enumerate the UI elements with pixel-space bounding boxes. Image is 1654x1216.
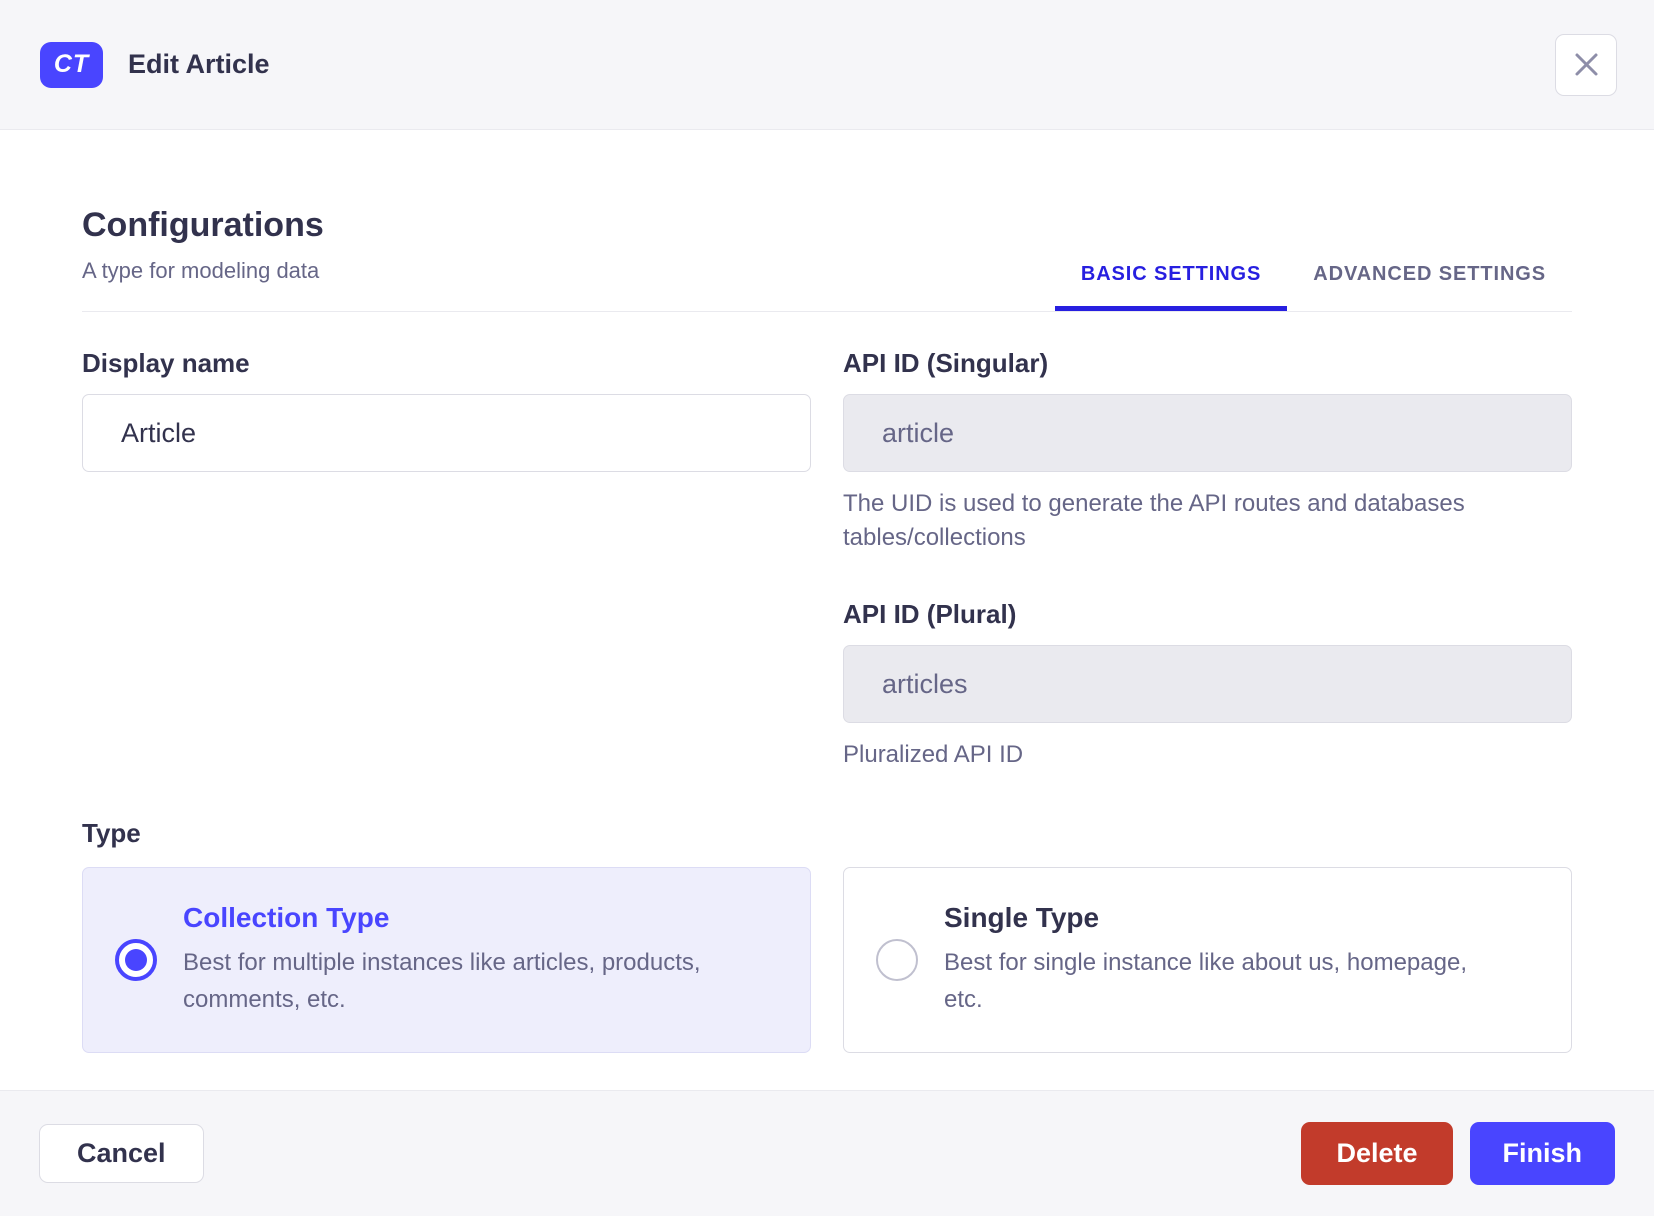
single-type-radio[interactable]	[876, 939, 918, 982]
section-titles: Configurations A type for modeling data	[82, 206, 324, 311]
type-option-collection-type[interactable]: Collection Type Best for multiple instan…	[82, 867, 811, 1054]
settings-tabs: BASIC SETTINGS ADVANCED SETTINGS	[1054, 263, 1572, 311]
left-column: Display name	[82, 348, 811, 772]
right-column: API ID (Singular) The UID is used to gen…	[843, 348, 1572, 772]
display-name-input[interactable]	[82, 394, 811, 472]
modal-header: CT Edit Article	[0, 0, 1654, 130]
api-id-singular-field: API ID (Singular) The UID is used to gen…	[843, 348, 1572, 555]
modal-title: Edit Article	[128, 49, 270, 79]
api-id-plural-field: API ID (Plural) Pluralized API ID	[843, 599, 1572, 772]
delete-button[interactable]: Delete	[1301, 1122, 1453, 1185]
api-id-plural-hint: Pluralized API ID	[843, 741, 1024, 769]
section-head: Configurations A type for modeling data …	[82, 130, 1572, 312]
close-button[interactable]	[1555, 33, 1617, 96]
page-title: Configurations	[82, 206, 324, 244]
page-subtitle: A type for modeling data	[82, 258, 320, 283]
tab-advanced-settings[interactable]: ADVANCED SETTINGS	[1287, 263, 1572, 311]
type-options: Collection Type Best for multiple instan…	[82, 867, 1572, 1054]
collection-type-description: Best for multiple instances like article…	[183, 949, 701, 1014]
collection-type-radio[interactable]	[115, 939, 157, 982]
type-option-single-type[interactable]: Single Type Best for single instance lik…	[843, 867, 1572, 1054]
footer-actions: Delete Finish	[1301, 1122, 1615, 1185]
collection-type-radio-dot	[125, 949, 147, 972]
finish-button[interactable]: Finish	[1469, 1122, 1615, 1185]
api-id-singular-hint: The UID is used to generate the API rout…	[843, 490, 1465, 552]
single-type-radio-dot	[886, 949, 908, 971]
configuration-form: Display name API ID (Singular) The UID i…	[82, 348, 1572, 772]
collection-type-title: Collection Type	[183, 902, 390, 934]
single-type-texts: Single Type Best for single instance lik…	[944, 902, 1504, 1018]
type-label: Type	[82, 818, 141, 849]
tab-basic-settings[interactable]: BASIC SETTINGS	[1054, 263, 1288, 311]
display-name-label: Display name	[82, 348, 250, 378]
edit-article-modal: CT Edit Article Configurations A type fo…	[0, 0, 1654, 1216]
api-id-singular-label: API ID (Singular)	[843, 348, 1049, 378]
api-id-singular-input	[843, 394, 1572, 472]
collection-type-texts: Collection Type Best for multiple instan…	[183, 902, 743, 1018]
content-type-badge-label: CT	[53, 50, 90, 78]
modal-body: Configurations A type for modeling data …	[0, 130, 1654, 1090]
api-id-plural-label: API ID (Plural)	[843, 599, 1017, 630]
api-id-plural-input	[843, 645, 1572, 724]
close-icon	[1575, 53, 1597, 76]
single-type-description: Best for single instance like about us, …	[944, 949, 1467, 1014]
content-type-badge: CT	[40, 41, 103, 88]
modal-footer: Cancel Delete Finish	[0, 1090, 1654, 1216]
single-type-title: Single Type	[944, 902, 1100, 934]
cancel-button[interactable]: Cancel	[39, 1124, 204, 1183]
